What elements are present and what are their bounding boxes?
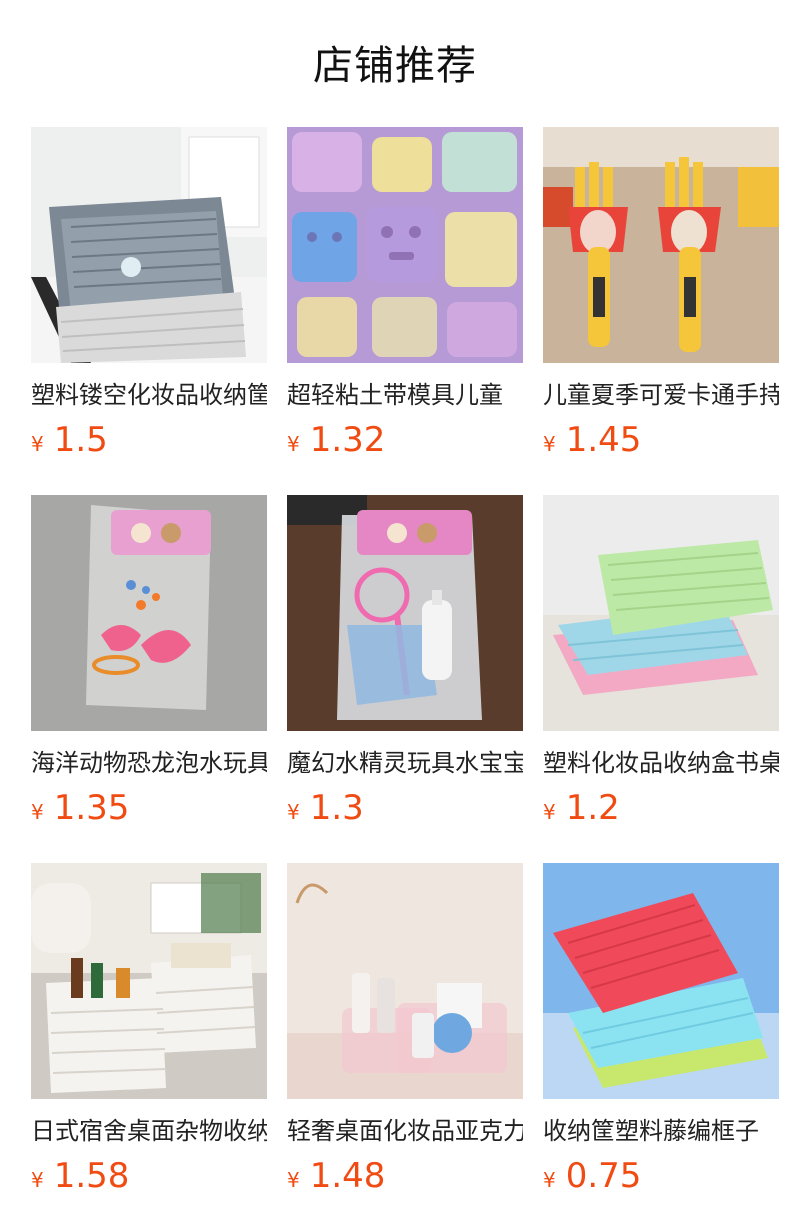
acrylic-cosmetic-box-image: [287, 863, 523, 1099]
product-card[interactable]: 超轻粘土带模具儿童 ¥ 1.32: [287, 127, 523, 495]
product-grid: 塑料镂空化妆品收纳筐 ¥ 1.5 超轻粘土带模具儿童 ¥ 1.32 儿童夏季可爱…: [31, 127, 779, 1231]
page-title: 店铺推荐: [313, 43, 477, 89]
product-name[interactable]: 塑料化妆品收纳盒书桌: [543, 745, 779, 781]
white-woven-baskets-image: [31, 863, 267, 1099]
product-image[interactable]: [543, 495, 779, 731]
product-card[interactable]: 儿童夏季可爱卡通手持风扇 ¥ 1.45: [543, 127, 779, 495]
product-image[interactable]: [31, 127, 267, 363]
price-value: 1.32: [309, 420, 386, 460]
product-price: ¥ 1.3: [287, 787, 523, 829]
fries-fan-image: [543, 127, 779, 363]
product-card[interactable]: 塑料化妆品收纳盒书桌 ¥ 1.2: [543, 495, 779, 863]
product-name[interactable]: 日式宿舍桌面杂物收纳: [31, 1113, 267, 1149]
currency-symbol: ¥: [543, 1168, 556, 1192]
price-value: 1.5: [53, 420, 108, 460]
price-value: 1.3: [309, 788, 364, 828]
product-name[interactable]: 超轻粘土带模具儿童: [287, 377, 523, 413]
product-price: ¥ 1.2: [543, 787, 779, 829]
currency-symbol: ¥: [31, 432, 44, 456]
clay-molds-pack-image: [287, 127, 523, 363]
currency-symbol: ¥: [287, 1168, 300, 1192]
currency-symbol: ¥: [31, 1168, 44, 1192]
product-name[interactable]: 塑料镂空化妆品收纳筐: [31, 377, 267, 413]
product-image[interactable]: [287, 127, 523, 363]
product-price: ¥ 1.35: [31, 787, 267, 829]
product-name[interactable]: 收纳筐塑料藤编框子: [543, 1113, 779, 1149]
product-image[interactable]: [543, 863, 779, 1099]
currency-symbol: ¥: [287, 432, 300, 456]
product-price: ¥ 0.75: [543, 1155, 779, 1197]
pastel-baskets-image: [543, 495, 779, 731]
currency-symbol: ¥: [543, 800, 556, 824]
product-card[interactable]: 轻奢桌面化妆品亚克力 ¥ 1.48: [287, 863, 523, 1231]
product-card[interactable]: 收纳筐塑料藤编框子 ¥ 0.75: [543, 863, 779, 1231]
currency-symbol: ¥: [31, 800, 44, 824]
product-price: ¥ 1.58: [31, 1155, 267, 1197]
product-price: ¥ 1.5: [31, 419, 267, 461]
price-value: 1.2: [565, 788, 620, 828]
colorful-trays-image: [543, 863, 779, 1099]
price-value: 1.48: [309, 1156, 386, 1196]
product-name[interactable]: 魔幻水精灵玩具水宝宝: [287, 745, 523, 781]
product-price: ¥ 1.32: [287, 419, 523, 461]
water-toy-bag-image: [31, 495, 267, 731]
product-image[interactable]: [543, 127, 779, 363]
price-value: 1.45: [565, 420, 642, 460]
gray-woven-basket-image: [31, 127, 267, 363]
product-image[interactable]: [31, 863, 267, 1099]
product-name[interactable]: 儿童夏季可爱卡通手持风扇: [543, 377, 779, 413]
product-image[interactable]: [31, 495, 267, 731]
product-price: ¥ 1.45: [543, 419, 779, 461]
price-value: 1.58: [53, 1156, 130, 1196]
product-image[interactable]: [287, 495, 523, 731]
product-name[interactable]: 海洋动物恐龙泡水玩具: [31, 745, 267, 781]
product-name[interactable]: 轻奢桌面化妆品亚克力: [287, 1113, 523, 1149]
currency-symbol: ¥: [543, 432, 556, 456]
product-card[interactable]: 海洋动物恐龙泡水玩具 ¥ 1.35: [31, 495, 267, 863]
price-value: 1.35: [53, 788, 130, 828]
water-elf-toy-image: [287, 495, 523, 731]
product-card[interactable]: 塑料镂空化妆品收纳筐 ¥ 1.5: [31, 127, 267, 495]
product-card[interactable]: 魔幻水精灵玩具水宝宝 ¥ 1.3: [287, 495, 523, 863]
product-card[interactable]: 日式宿舍桌面杂物收纳 ¥ 1.58: [31, 863, 267, 1231]
currency-symbol: ¥: [287, 800, 300, 824]
product-price: ¥ 1.48: [287, 1155, 523, 1197]
price-value: 0.75: [565, 1156, 642, 1196]
product-image[interactable]: [287, 863, 523, 1099]
